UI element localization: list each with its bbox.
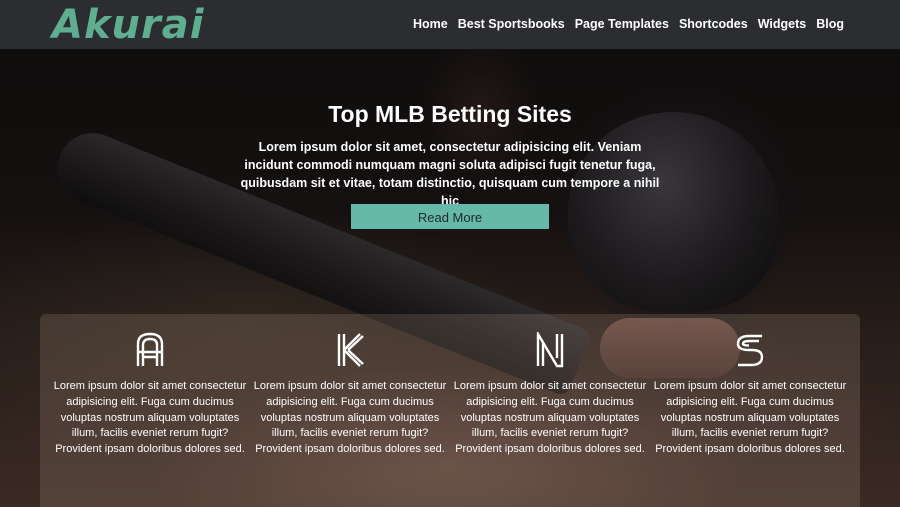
hero-title: Top MLB Betting Sites	[328, 101, 572, 127]
feature-card: Lorem ipsum dolor sit amet consectetur a…	[50, 332, 250, 458]
site-header: Akurai Home Best Sportsbooks Page Templa…	[0, 0, 900, 49]
feature-card: Lorem ipsum dolor sit amet consectetur a…	[250, 332, 450, 458]
feature-text: Lorem ipsum dolor sit amet consectetur a…	[53, 380, 247, 456]
letter-a-icon	[136, 332, 164, 366]
feature-card: Lorem ipsum dolor sit amet consectetur a…	[450, 332, 650, 458]
nav-item-home[interactable]: Home	[413, 15, 448, 33]
page: Akurai Home Best Sportsbooks Page Templa…	[0, 0, 900, 507]
feature-text: Lorem ipsum dolor sit amet consectetur a…	[253, 380, 447, 456]
main-nav: Home Best Sportsbooks Page Templates Sho…	[413, 15, 844, 33]
site-logo[interactable]: Akurai	[52, 2, 204, 48]
nav-item-best-sportsbooks[interactable]: Best Sportsbooks	[458, 15, 565, 33]
nav-item-page-templates[interactable]: Page Templates	[575, 15, 669, 33]
hero-description: Lorem ipsum dolor sit amet, consectetur …	[240, 140, 660, 208]
nav-item-shortcodes[interactable]: Shortcodes	[679, 15, 748, 33]
read-more-button[interactable]: Read More	[351, 204, 549, 229]
letter-n-icon	[536, 332, 564, 368]
feature-text: Lorem ipsum dolor sit amet consectetur a…	[653, 380, 847, 456]
feature-text: Lorem ipsum dolor sit amet consectetur a…	[453, 380, 647, 456]
nav-item-blog[interactable]: Blog	[816, 15, 844, 33]
feature-card: Lorem ipsum dolor sit amet consectetur a…	[650, 332, 850, 458]
nav-item-widgets[interactable]: Widgets	[758, 15, 807, 33]
letter-s-icon	[736, 334, 764, 367]
features-panel: Lorem ipsum dolor sit amet consectetur a…	[40, 314, 860, 507]
letter-k-icon	[337, 333, 364, 367]
